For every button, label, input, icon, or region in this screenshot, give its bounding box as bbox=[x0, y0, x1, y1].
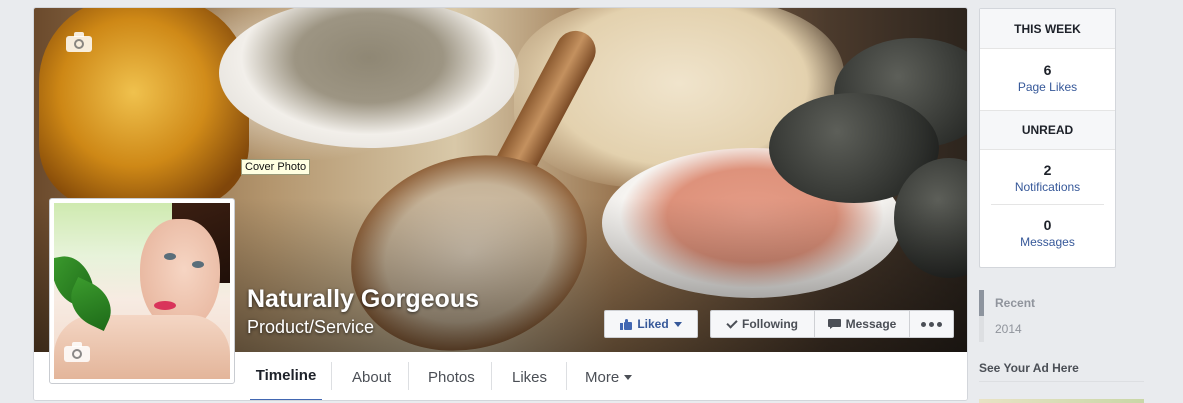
tab-divider bbox=[491, 362, 492, 390]
tab-timeline[interactable]: Timeline bbox=[250, 352, 322, 400]
following-button[interactable]: Following bbox=[710, 310, 815, 338]
page-header-card: Cover Photo Naturally Gorgeous Product/S… bbox=[33, 7, 968, 401]
chevron-down-icon bbox=[624, 374, 633, 380]
notifications-stat[interactable]: 2 Notifications bbox=[980, 150, 1115, 204]
year-item-2014[interactable]: 2014 bbox=[979, 316, 1099, 342]
update-profile-camera-icon[interactable] bbox=[64, 342, 90, 362]
this-week-heading: THIS WEEK bbox=[980, 9, 1115, 49]
following-label: Following bbox=[742, 317, 798, 331]
messages-link[interactable]: Messages bbox=[980, 235, 1115, 249]
more-options-button[interactable] bbox=[909, 310, 954, 338]
page-stats-card: THIS WEEK 6 Page Likes UNREAD 2 Notifica… bbox=[979, 8, 1116, 268]
tab-divider bbox=[408, 362, 409, 390]
chat-bubble-icon bbox=[827, 319, 841, 329]
tab-more-label: More bbox=[585, 368, 620, 386]
year-item-recent[interactable]: Recent bbox=[979, 290, 1099, 316]
page-category: Product/Service bbox=[247, 317, 375, 337]
liked-label: Liked bbox=[637, 317, 669, 331]
see-your-ad-heading[interactable]: See Your Ad Here bbox=[979, 361, 1144, 382]
ad-preview-image[interactable] bbox=[979, 399, 1144, 403]
page-title[interactable]: Naturally Gorgeous bbox=[247, 285, 479, 314]
timeline-year-nav: Recent 2014 bbox=[979, 290, 1099, 342]
notifications-count: 2 bbox=[1043, 162, 1052, 178]
cover-mud-bowl bbox=[219, 8, 519, 148]
page-likes-count: 6 bbox=[1043, 62, 1052, 78]
update-cover-camera-icon[interactable] bbox=[66, 32, 92, 52]
message-label: Message bbox=[845, 317, 897, 331]
tab-likes[interactable]: Likes bbox=[512, 352, 547, 400]
messages-count: 0 bbox=[1043, 217, 1052, 233]
ellipsis-icon bbox=[921, 321, 942, 327]
tab-photos[interactable]: Photos bbox=[428, 352, 475, 400]
chevron-down-icon bbox=[673, 321, 682, 327]
page-likes-link[interactable]: Page Likes bbox=[980, 80, 1115, 94]
tab-divider bbox=[331, 362, 332, 390]
unread-heading: UNREAD bbox=[980, 110, 1115, 150]
tab-about[interactable]: About bbox=[352, 352, 391, 400]
page-likes-stat[interactable]: 6 Page Likes bbox=[980, 49, 1115, 110]
tab-divider bbox=[566, 362, 567, 390]
messages-stat[interactable]: 0 Messages bbox=[980, 205, 1115, 259]
tab-more[interactable]: More bbox=[585, 352, 633, 400]
notifications-link[interactable]: Notifications bbox=[980, 180, 1115, 194]
cover-photo-tooltip: Cover Photo bbox=[241, 159, 311, 175]
checkmark-icon bbox=[726, 316, 738, 329]
liked-button[interactable]: Liked bbox=[604, 310, 698, 338]
message-button[interactable]: Message bbox=[814, 310, 910, 338]
thumbs-up-icon bbox=[620, 318, 633, 330]
